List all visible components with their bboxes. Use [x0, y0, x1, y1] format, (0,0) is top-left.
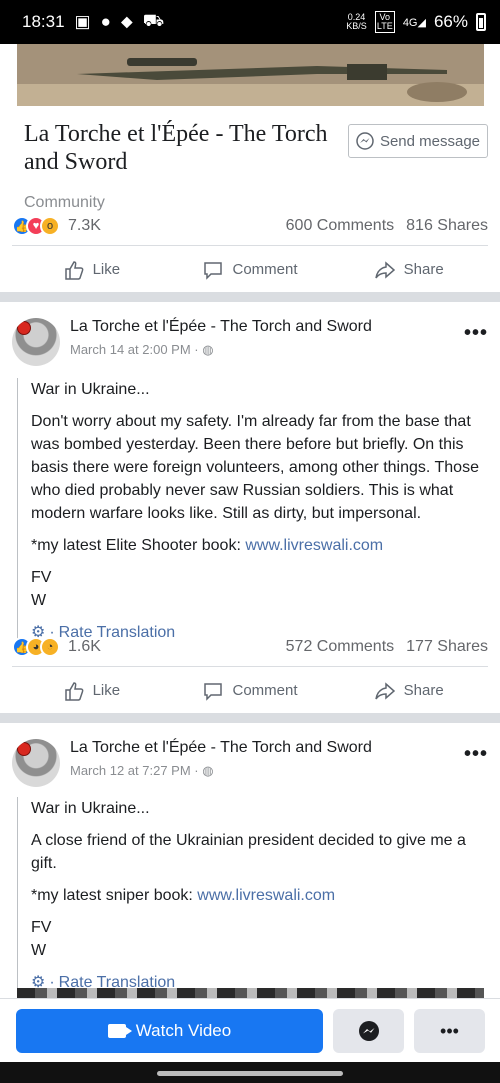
bottom-action-bar: Watch Video ••• [0, 998, 500, 1062]
avatar[interactable] [12, 318, 60, 366]
watch-video-label: Watch Video [135, 1021, 232, 1040]
post-action-row: Like Comment Share [12, 666, 488, 714]
more-options-icon[interactable]: ••• [464, 322, 488, 345]
comment-label: Comment [232, 261, 298, 278]
location-icon: ⬥ [120, 12, 133, 31]
messenger-icon [358, 1021, 379, 1041]
globe-icon: ◍ [202, 342, 214, 357]
book-link[interactable]: www.livreswali.com [197, 887, 335, 904]
signature-line: W [31, 942, 47, 959]
post-paragraph: War in Ukraine... [31, 381, 150, 398]
messenger-icon [356, 132, 374, 150]
thumbs-up-icon [64, 260, 83, 280]
share-button[interactable]: Share [329, 259, 488, 281]
share-count[interactable]: 816 Shares [406, 217, 488, 235]
comment-icon [204, 261, 223, 280]
cover-photo[interactable] [17, 44, 484, 106]
like-button[interactable]: Like [12, 680, 171, 702]
reaction-icons[interactable]: 👍 ♥ o [12, 216, 60, 236]
book-link[interactable]: www.livreswali.com [245, 537, 383, 554]
post-book-line: *my latest Elite Shooter book: www.livre… [31, 537, 384, 554]
more-icon: ••• [440, 1020, 459, 1041]
section-divider [0, 713, 500, 723]
post-header: La Torche et l'Épée - The Torch and Swor… [12, 318, 488, 370]
send-message-button[interactable]: Send message [348, 124, 488, 158]
wow-reaction-icon: o [40, 216, 60, 236]
messenger-button[interactable] [333, 1009, 404, 1053]
comment-count[interactable]: 572 Comments [286, 638, 395, 656]
share-label: Share [403, 261, 444, 278]
like-button[interactable]: Like [12, 259, 171, 281]
post-body: War in Ukraine... A close friend of the … [17, 797, 488, 994]
comment-count[interactable]: 600 Comments [286, 217, 395, 235]
like-label: Like [92, 261, 121, 278]
share-label: Share [403, 682, 444, 699]
messenger-status-icon: ● [100, 12, 111, 31]
notification-icon: ▣ [74, 12, 91, 31]
post-paragraph: A close friend of the Ukrainian presiden… [31, 832, 466, 872]
home-gesture-handle[interactable] [157, 1071, 343, 1076]
page-title[interactable]: La Torche et l'Épée - The Torch and Swor… [24, 120, 344, 176]
comment-label: Comment [232, 682, 298, 699]
watch-video-button[interactable]: Watch Video [16, 1009, 323, 1053]
battery-percent: 66% [433, 12, 468, 31]
reaction-icons[interactable]: 👍 ◕ ◔ [12, 637, 60, 657]
poppy-icon [18, 743, 30, 755]
car-icon: ⛟ [142, 11, 165, 30]
signature-line: FV [31, 919, 52, 936]
signature-line: W [31, 592, 47, 609]
share-icon [374, 681, 395, 700]
net-speed: 0.24 KB/S [346, 12, 367, 31]
globe-icon: ◍ [202, 763, 214, 778]
thumbs-up-icon [64, 681, 83, 701]
signature-line: FV [31, 569, 52, 586]
section-divider [0, 292, 500, 302]
reaction-count[interactable]: 7.3K [68, 217, 101, 235]
sad-reaction-icon: ◔ [40, 637, 60, 657]
signal-icon: 4G◢ [402, 16, 426, 29]
post-body: War in Ukraine... Don't worry about my s… [17, 378, 488, 644]
share-count[interactable]: 177 Shares [406, 638, 488, 656]
more-options-icon[interactable]: ••• [464, 743, 488, 766]
battery-icon [476, 13, 486, 31]
like-label: Like [92, 682, 121, 699]
page-action-row: Like Comment Share [12, 245, 488, 293]
post-author[interactable]: La Torche et l'Épée - The Torch and Swor… [70, 318, 372, 336]
page-category: Community [24, 194, 105, 211]
comment-button[interactable]: Comment [171, 680, 330, 702]
reaction-count[interactable]: 1.6K [68, 638, 101, 656]
poppy-icon [18, 322, 30, 334]
post-author[interactable]: La Torche et l'Épée - The Torch and Swor… [70, 739, 372, 757]
avatar[interactable] [12, 739, 60, 787]
video-camera-icon [107, 1024, 132, 1038]
share-icon [374, 260, 395, 279]
clock: 18:31 [22, 12, 65, 31]
post-book-line: *my latest sniper book: www.livreswali.c… [31, 887, 336, 904]
post-header: La Torche et l'Épée - The Torch and Swor… [12, 739, 488, 791]
status-bar: 18:31 ▣ ● ⬥ ⛟ 0.24 KB/S Vo LTE 4G◢ 66% [0, 0, 500, 44]
more-button[interactable]: ••• [414, 1009, 485, 1053]
post-reactions-row: 👍 ◕ ◔ 1.6K 572 Comments 177 Shares [12, 635, 488, 659]
send-message-label: Send message [379, 132, 481, 150]
volte-icon: Vo LTE [374, 11, 395, 33]
share-button[interactable]: Share [329, 680, 488, 702]
post-paragraph: War in Ukraine... [31, 800, 150, 817]
comment-icon [204, 682, 223, 701]
post-date[interactable]: March 12 at 7:27 PM · ◍ [70, 763, 214, 779]
post-date[interactable]: March 14 at 2:00 PM · ◍ [70, 342, 214, 358]
comment-button[interactable]: Comment [171, 259, 330, 281]
page-reactions-row: 👍 ♥ o 7.3K 600 Comments 816 Shares [12, 214, 488, 238]
post-paragraph: Don't worry about my safety. I'm already… [31, 413, 479, 522]
